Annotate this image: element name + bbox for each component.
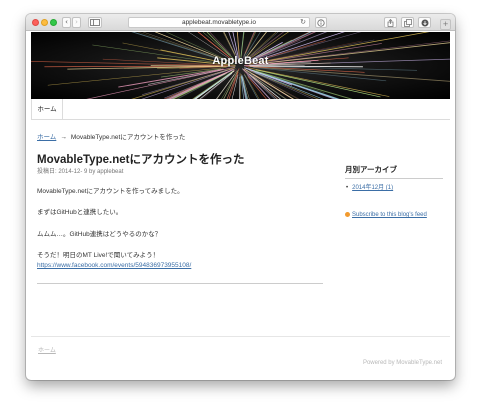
- breadcrumb-home-link[interactable]: ホーム: [37, 134, 56, 141]
- post-paragraph: まずはGitHubと連携したい。: [37, 209, 123, 216]
- nav-item-home[interactable]: ホーム: [31, 99, 63, 120]
- plus-icon: +: [442, 20, 449, 28]
- show-tabs-button[interactable]: [401, 17, 414, 28]
- reload-icon[interactable]: ↻: [300, 18, 306, 27]
- browser-window: ‹ › applebeat.movabletype.io ↻ + AppleBe…: [26, 14, 455, 380]
- post-paragraph-text: そうだ！明日のMT Live!で聞いてみよう！: [37, 252, 160, 259]
- close-window-button[interactable]: [32, 19, 39, 26]
- facebook-event-link[interactable]: https://www.facebook.com/events/59483697…: [37, 261, 191, 271]
- url-text: applebeat.movabletype.io: [181, 19, 257, 26]
- back-button[interactable]: ‹: [62, 17, 71, 28]
- post-paragraph-with-link: そうだ！明日のMT Live!で聞いてみよう！ https://www.face…: [37, 251, 191, 271]
- bullet-icon: •: [346, 185, 349, 191]
- content-divider: [37, 283, 323, 284]
- firework-streak: [239, 73, 241, 99]
- post-meta: 投稿日: 2014-12- 9 by applebeat: [37, 169, 124, 175]
- new-tab-button[interactable]: +: [440, 19, 451, 30]
- downloads-button[interactable]: [418, 17, 431, 28]
- feed-subscribe: Subscribe to this blog's feed: [345, 212, 427, 218]
- archive-list-item: • 2014年12月 (1): [346, 182, 393, 191]
- site-title[interactable]: AppleBeat: [31, 55, 450, 67]
- forward-button[interactable]: ›: [72, 17, 81, 28]
- browser-toolbar: ‹ › applebeat.movabletype.io ↻ +: [26, 14, 455, 31]
- firework-streak: [254, 72, 324, 99]
- post-paragraph: MovableType.netにアカウントを作ってみました。: [37, 188, 184, 195]
- breadcrumb-current: MovableType.netにアカウントを作った: [70, 134, 186, 141]
- info-icon: [317, 19, 325, 27]
- chevron-left-icon: ‹: [65, 18, 68, 26]
- firework-streak: [47, 67, 227, 86]
- rss-feed-icon: [345, 212, 350, 217]
- footer-divider: [31, 336, 450, 337]
- feed-subscribe-link[interactable]: Subscribe to this blog's feed: [352, 212, 427, 218]
- sidebar-toggle-button[interactable]: [88, 17, 102, 28]
- firework-streak: [195, 70, 235, 99]
- share-button[interactable]: [384, 17, 397, 28]
- firework-streak: [223, 69, 239, 99]
- post-title: MovableType.netにアカウントを作った: [37, 154, 245, 166]
- archive-heading: 月別アーカイブ: [345, 164, 443, 179]
- zoom-window-button[interactable]: [50, 19, 57, 26]
- firework-streak: [118, 68, 224, 88]
- reader-button[interactable]: [315, 17, 327, 28]
- firework-streak: [249, 70, 320, 99]
- firework-streak: [252, 67, 387, 82]
- powered-by-text: Powered by MovableType.net: [362, 360, 442, 366]
- download-icon: [421, 19, 428, 27]
- firework-streak: [168, 68, 234, 99]
- address-bar[interactable]: applebeat.movabletype.io ↻: [128, 17, 310, 28]
- minimize-window-button[interactable]: [41, 19, 48, 26]
- sidebar-icon: [90, 19, 100, 26]
- breadcrumb: ホーム → MovableType.netにアカウントを作った: [37, 131, 185, 141]
- footer-home-link[interactable]: ホーム: [38, 345, 56, 354]
- post-paragraph: ムムム…。GitHub連携はどうやるのかな？: [37, 231, 162, 238]
- breadcrumb-separator: →: [60, 134, 67, 141]
- firework-streak: [239, 76, 241, 99]
- archive-month-link[interactable]: 2014年12月 (1): [352, 185, 393, 191]
- share-icon: [387, 19, 394, 27]
- global-nav: ホーム: [31, 99, 450, 120]
- tabs-icon: [403, 19, 412, 27]
- site-banner: AppleBeat: [31, 32, 450, 99]
- chevron-right-icon: ›: [75, 18, 78, 26]
